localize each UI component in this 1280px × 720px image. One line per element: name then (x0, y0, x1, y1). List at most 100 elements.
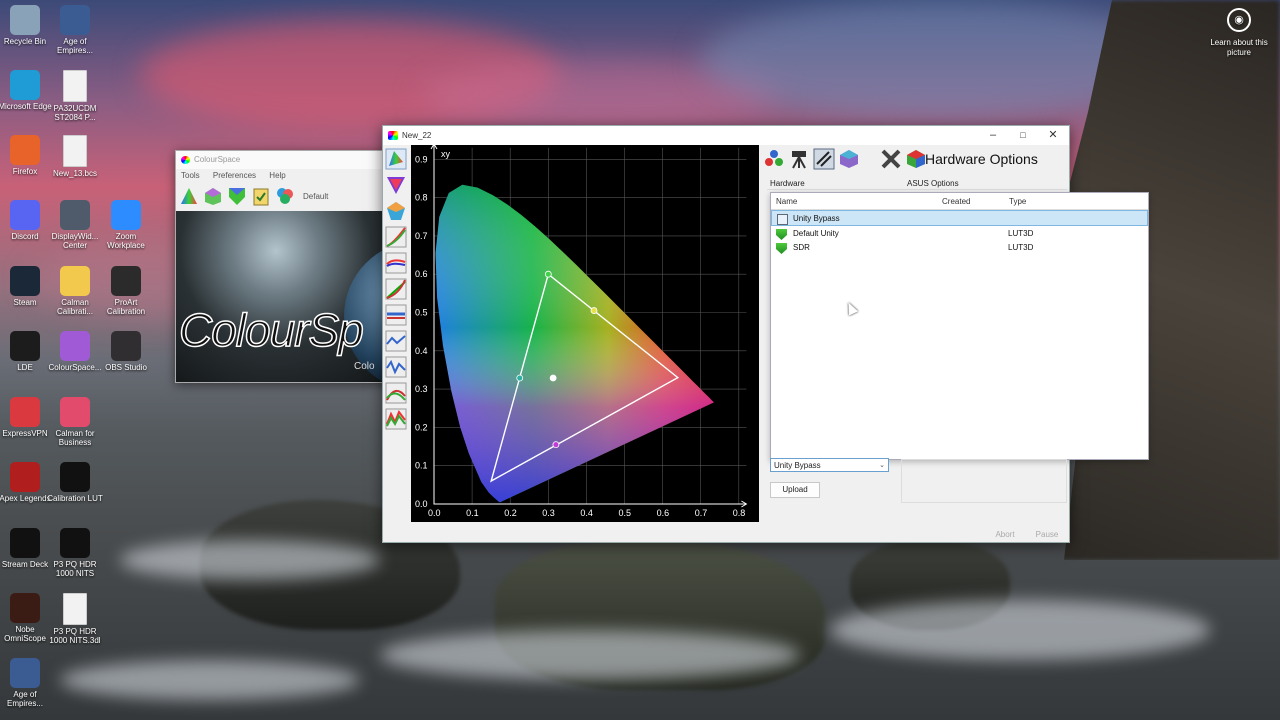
lut-cube-icon[interactable] (905, 148, 927, 170)
desktop-icon-age-of-empires[interactable]: Age of Empires... (46, 5, 104, 55)
document-icon (63, 593, 87, 625)
colourspace-window[interactable]: ColourSpace Tools Preferences Help Defau… (175, 150, 392, 383)
column-name[interactable]: Name (776, 197, 797, 206)
desktop-icon-age-of-empires[interactable]: Age of Empires... (0, 658, 54, 708)
y-tick-label: 0.9 (415, 154, 428, 164)
desktop-icon-obs[interactable]: OBS Studio (97, 331, 155, 372)
desktop-icon-lut[interactable]: Calibration LUT (46, 462, 104, 503)
desktop-icon-colourspace[interactable]: ColourSpace... (46, 331, 104, 372)
gamut-triangle-icon[interactable] (385, 174, 407, 196)
desktop-icon-document[interactable]: PA32UCDM ST2084 P... (46, 70, 104, 122)
cube-options-icon[interactable] (838, 148, 860, 170)
row-type: LUT3D (1008, 243, 1034, 252)
lut-dropdown[interactable]: Unity Bypass ⌄ (770, 458, 889, 472)
spectral-icon[interactable] (385, 408, 407, 430)
desktop-icon-folder[interactable]: Calman Calibrati... (46, 266, 104, 316)
colourspace-app-icon (181, 156, 190, 164)
minimize-button[interactable]: – (978, 126, 1008, 145)
desktop-icon-calman[interactable]: Calman for Business (46, 397, 104, 447)
tab-asus-options[interactable]: ASUS Options (907, 179, 959, 188)
list-row-default-unity[interactable]: Default Unity LUT3D (771, 226, 1148, 240)
eotf-icon[interactable] (385, 278, 407, 300)
column-type[interactable]: Type (1009, 197, 1026, 206)
y-tick-label: 0.8 (415, 193, 428, 203)
column-created[interactable]: Created (942, 197, 970, 206)
clipboard-icon[interactable] (251, 186, 271, 206)
lde-icon (10, 331, 40, 361)
waveform-icon[interactable] (385, 356, 407, 378)
y-tick-label: 0.2 (415, 422, 428, 432)
x-tick-label: 0.1 (466, 508, 479, 518)
close-button[interactable]: ✕ (1038, 126, 1068, 145)
menu-tools[interactable]: Tools (181, 171, 200, 180)
desktop-icon-label: Age of Empires... (6, 690, 43, 708)
menu-help[interactable]: Help (269, 171, 285, 180)
desktop-icon-lut[interactable]: P3 PQ HDR 1000 NITS (46, 528, 104, 578)
upload-button[interactable]: Upload (770, 482, 820, 498)
side-toolbar (385, 148, 409, 434)
gradient-curve-icon[interactable] (385, 382, 407, 404)
gamut-marker (516, 374, 524, 382)
desktop-icon-label: Zoom Workplace (107, 232, 145, 250)
main-titlebar[interactable]: New_22 – □ ✕ (383, 126, 1069, 145)
firefox-icon (10, 135, 40, 165)
desktop-icon-displaywidget[interactable]: DisplayWid... Center (46, 200, 104, 250)
tab-hardware[interactable]: Hardware (770, 179, 805, 188)
desktop-icon-label: P3 PQ HDR 1000 NITS.3dl (49, 627, 101, 645)
abort-button[interactable]: Abort (985, 527, 1025, 543)
tripod-icon[interactable] (788, 148, 810, 170)
colourspace-splash: ColourSp Colo (176, 211, 391, 382)
gamut-tool-icon[interactable] (179, 186, 199, 206)
y-tick-label: 0.1 (415, 461, 428, 471)
desktop-icon-zoom[interactable]: Zoom Workplace (97, 200, 155, 250)
probe-icon[interactable] (763, 148, 785, 170)
rgb-balance-icon[interactable] (385, 252, 407, 274)
gamma-curve-icon[interactable] (385, 226, 407, 248)
x-tick-label: 0.8 (733, 508, 746, 518)
desktop-icon-proart[interactable]: ProArt Calibration (97, 266, 155, 316)
desktop-icon-label: Calman for Business (55, 429, 95, 447)
plot-label-xy: xy (441, 149, 451, 159)
lut-shield-icon[interactable] (227, 186, 247, 206)
cie-xy-plot[interactable]: 0.0 0.1 0.2 0.3 0.4 0.5 0.6 0.7 0.8 0.0 0.1 0.2 0.3 0… (411, 143, 759, 522)
spectral-locus-overlay (435, 184, 714, 503)
row-type: LUT3D (1008, 229, 1034, 238)
learn-about-picture[interactable]: ◉ Learn about this picture (1206, 8, 1272, 58)
list-row-unity-bypass[interactable]: Unity Bypass (771, 210, 1148, 226)
tab-divider (767, 189, 1067, 190)
gamut-marker (590, 307, 598, 314)
dropdown-value: Unity Bypass (774, 461, 821, 470)
lut-list[interactable]: Name Created Type Unity Bypass Default U… (770, 192, 1149, 460)
pause-button[interactable]: Pause (1027, 527, 1067, 543)
desktop-icon-label: ColourSpace... (48, 363, 102, 372)
hardware-link-icon[interactable] (813, 148, 835, 170)
desktop-icon-document[interactable]: New_13.bcs (46, 135, 104, 178)
maximize-button[interactable]: □ (1008, 126, 1038, 145)
chevron-down-icon: ⌄ (879, 462, 885, 469)
wave (380, 630, 800, 680)
delta-e-icon[interactable] (385, 330, 407, 352)
hardware-toolbar (763, 148, 927, 170)
x-tick-label: 0.5 (619, 508, 632, 518)
omniscope-icon (10, 593, 40, 623)
y-tick-label: 0.4 (415, 346, 428, 356)
desktop-icon-label: OBS Studio (105, 363, 147, 372)
tools-cross-icon[interactable] (880, 148, 902, 170)
profile-name[interactable]: Default (303, 192, 328, 201)
profile-icon[interactable] (275, 186, 295, 206)
menu-preferences[interactable]: Preferences (213, 171, 256, 180)
desktop-icon-document[interactable]: P3 PQ HDR 1000 NITS.3dl (46, 593, 104, 645)
recycle-bin-icon (10, 5, 40, 35)
colourspace-title: ColourSpace (194, 155, 241, 164)
gamut-3d-icon[interactable] (385, 200, 407, 222)
main-app-icon (388, 131, 398, 140)
main-window[interactable]: New_22 – □ ✕ 0.0 0.1 0.2 0.3 0.4 0.5 0.6… (382, 125, 1149, 543)
list-row-sdr[interactable]: SDR LUT3D (771, 240, 1148, 254)
cie-plot-icon[interactable] (385, 148, 407, 170)
list-header: Name Created Type (771, 193, 1148, 210)
y-tick-label: 0.0 (415, 499, 428, 509)
y-tick-label: 0.3 (415, 384, 428, 394)
luminance-icon[interactable] (385, 304, 407, 326)
colourspace-titlebar[interactable]: ColourSpace (176, 151, 391, 169)
cube-tool-icon[interactable] (203, 186, 223, 206)
